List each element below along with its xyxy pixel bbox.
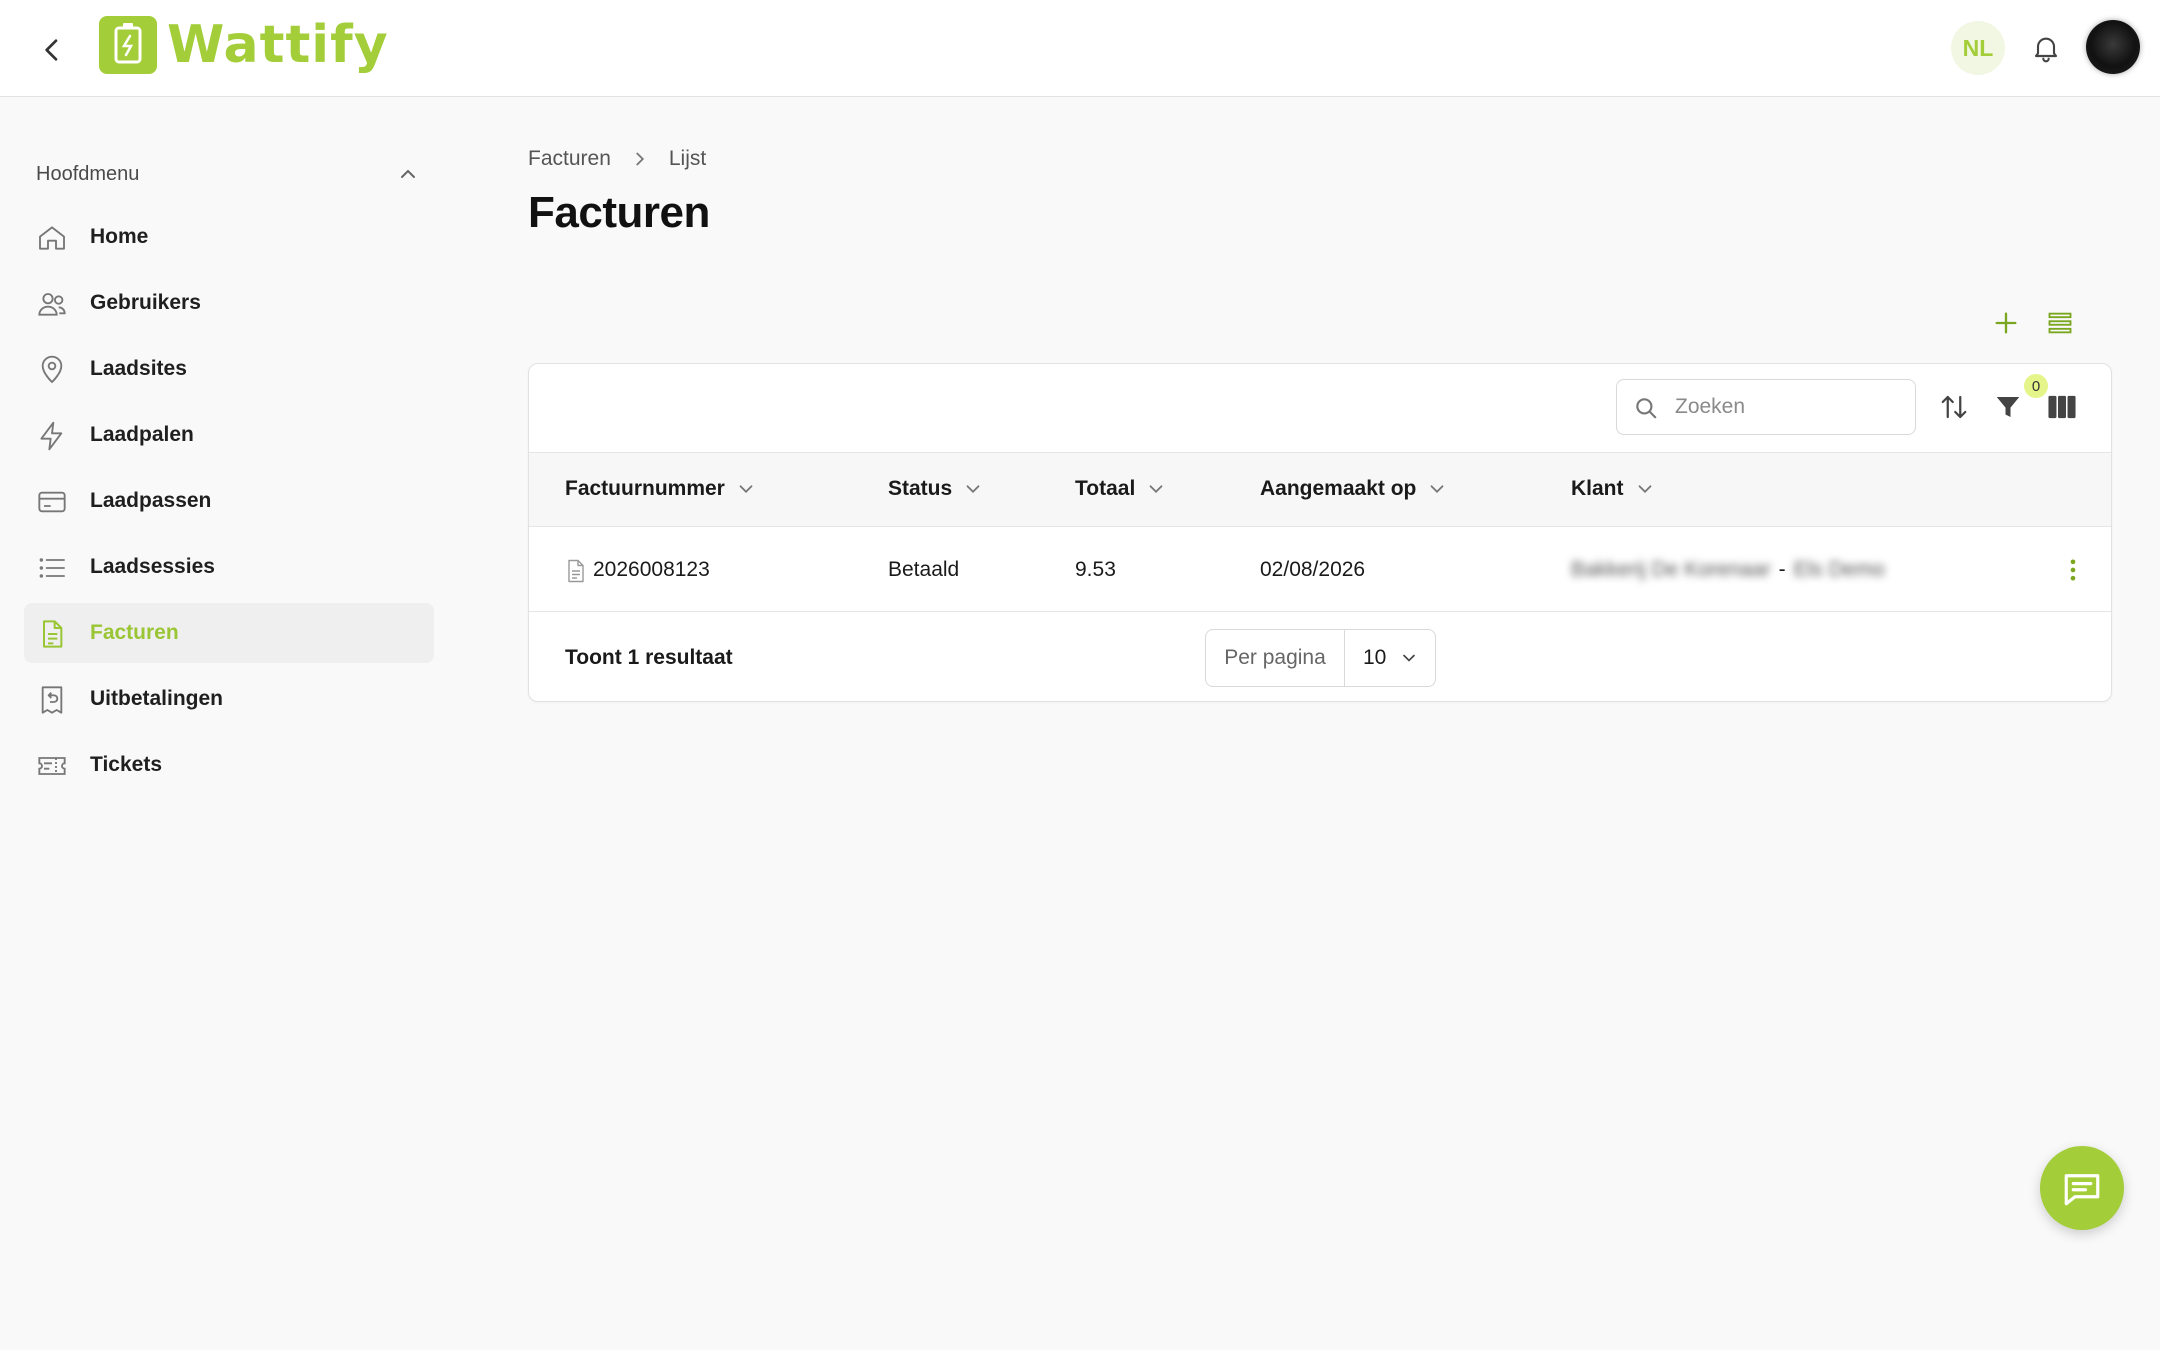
search-box[interactable]: [1616, 379, 1916, 435]
result-count: Toont 1 resultaat: [565, 646, 733, 669]
list-view-button[interactable]: [2046, 309, 2074, 337]
top-bar: Wattify NL: [0, 0, 2160, 97]
chevron-up-icon: [401, 169, 415, 178]
users-icon: [38, 293, 66, 316]
sidebar-item-laadpalen[interactable]: Laadpalen: [24, 405, 434, 465]
sidebar-item-label: Laadsessies: [90, 555, 215, 578]
sidebar-item-label: Tickets: [90, 753, 162, 776]
sidebar-item-label: Laadsites: [90, 357, 187, 380]
customer-name: Bakkerij De Korenaar: [1571, 558, 1771, 581]
more-vertical-icon: [2070, 559, 2076, 581]
search-input[interactable]: [1675, 390, 1905, 424]
row-actions-button[interactable]: [2059, 556, 2087, 584]
chevron-right-icon: [636, 152, 644, 166]
chat-bubble-icon: [2064, 1174, 2100, 1206]
chevron-down-icon: [1149, 485, 1163, 494]
brand-name: Wattify: [167, 15, 389, 75]
sidebar-item-gebruikers[interactable]: Gebruikers: [24, 273, 434, 333]
chevron-down-icon: [1430, 485, 1444, 494]
list-icon: [39, 558, 65, 578]
column-header-status[interactable]: Status: [888, 477, 984, 501]
lightning-icon: [40, 421, 63, 451]
filter-count-badge: 0: [2024, 374, 2048, 398]
collapse-menu-button[interactable]: [396, 162, 420, 186]
breadcrumb-parent-link[interactable]: Facturen: [528, 147, 611, 171]
invoice-icon: [43, 620, 63, 648]
customer-separator: -: [1778, 558, 1786, 581]
sidebar-item-uitbetalingen[interactable]: Uitbetalingen: [24, 669, 434, 729]
sidebar-item-label: Uitbetalingen: [90, 687, 224, 710]
bell-icon: [2034, 37, 2058, 63]
chevron-down-icon: [966, 485, 980, 494]
search-icon: [1636, 398, 1657, 419]
map-pin-icon: [41, 355, 63, 384]
filter-button[interactable]: [1993, 392, 2023, 422]
home-icon: [39, 226, 65, 250]
column-header-factuurnummer[interactable]: Factuurnummer: [565, 477, 757, 501]
chevron-down-icon: [1638, 485, 1651, 494]
back-button[interactable]: [36, 34, 68, 66]
add-invoice-button[interactable]: [1992, 309, 2020, 337]
sidebar: Hoofdmenu Home Gebruikers Laadsites Laad…: [0, 98, 460, 1350]
customer-contact: Els Demo: [1793, 558, 1885, 581]
column-header-label: Aangemaakt op: [1260, 477, 1417, 500]
sidebar-item-laadpassen[interactable]: Laadpassen: [24, 471, 434, 531]
language-switcher[interactable]: NL: [1951, 21, 2005, 75]
user-avatar[interactable]: [2086, 20, 2140, 74]
sidebar-item-tickets[interactable]: Tickets: [24, 735, 434, 795]
sidebar-section-title: Hoofdmenu: [36, 163, 140, 185]
table-footer: Toont 1 resultaat Per pagina 10: [529, 612, 2111, 703]
sidebar-item-label: Gebruikers: [90, 291, 201, 314]
created-date-cell: 02/08/2026: [1260, 558, 1366, 581]
sidebar-item-label: Home: [90, 225, 149, 248]
sidebar-item-label: Facturen: [90, 621, 179, 644]
columns-icon: [2048, 395, 2076, 419]
column-header-label: Klant: [1571, 477, 1624, 500]
page-title: Facturen: [528, 188, 710, 237]
notifications-button[interactable]: [2030, 32, 2062, 64]
card-icon: [38, 491, 66, 513]
sidebar-item-laadsites[interactable]: Laadsites: [24, 339, 434, 399]
chat-button[interactable]: [2040, 1146, 2124, 1230]
sidebar-item-home[interactable]: Home: [24, 207, 434, 267]
columns-button[interactable]: [2046, 392, 2078, 422]
table-toolbar: 0: [529, 364, 2111, 453]
sidebar-item-laadsessies[interactable]: Laadsessies: [24, 537, 434, 597]
breadcrumb: Facturen Lijst: [528, 147, 706, 171]
per-page-control: Per pagina 10: [1205, 629, 1436, 687]
sidebar-item-label: Laadpassen: [90, 489, 212, 512]
sort-arrows-icon: [1941, 395, 1967, 419]
per-page-select[interactable]: 10: [1345, 630, 1435, 686]
total-cell: 9.53: [1075, 558, 1116, 581]
status-cell: Betaald: [888, 558, 960, 581]
column-header-label: Status: [888, 477, 953, 500]
sidebar-item-facturen[interactable]: Facturen: [24, 603, 434, 663]
breadcrumb-current: Lijst: [668, 147, 707, 170]
table-row[interactable]: 2026008123 Betaald 9.53 02/08/2026 Bakke…: [529, 527, 2111, 612]
column-header-aangemaakt-op[interactable]: Aangemaakt op: [1260, 477, 1448, 501]
stacked-list-icon: [2048, 312, 2072, 334]
receipt-refund-icon: [41, 686, 63, 714]
column-header-klant[interactable]: Klant: [1571, 477, 1656, 501]
per-page-label: Per pagina: [1206, 630, 1345, 686]
filter-icon: [1996, 397, 2020, 417]
column-header-label: Factuurnummer: [565, 477, 725, 500]
logo[interactable]: Wattify: [99, 15, 389, 75]
invoices-table-card: 0 Factuurnummer Status Totaal Aangemaakt…: [528, 363, 2112, 702]
column-header-totaal[interactable]: Totaal: [1075, 477, 1167, 501]
per-page-value: 10: [1363, 646, 1387, 669]
sort-button[interactable]: [1939, 392, 1969, 422]
table-header: Factuurnummer Status Totaal Aangemaakt o…: [529, 453, 2111, 527]
ticket-icon: [38, 757, 66, 775]
chevron-down-icon: [1403, 654, 1415, 662]
document-icon: [568, 559, 584, 583]
invoice-number-link[interactable]: 2026008123: [593, 558, 710, 582]
column-header-label: Totaal: [1075, 477, 1136, 500]
sidebar-item-label: Laadpalen: [90, 423, 194, 446]
chevron-left-icon: [45, 39, 58, 61]
battery-logo-icon: [99, 16, 157, 74]
plus-icon: [1995, 312, 2017, 334]
chevron-down-icon: [739, 485, 753, 494]
customer-cell[interactable]: Bakkerij De Korenaar - Els Demo: [1571, 558, 1885, 582]
